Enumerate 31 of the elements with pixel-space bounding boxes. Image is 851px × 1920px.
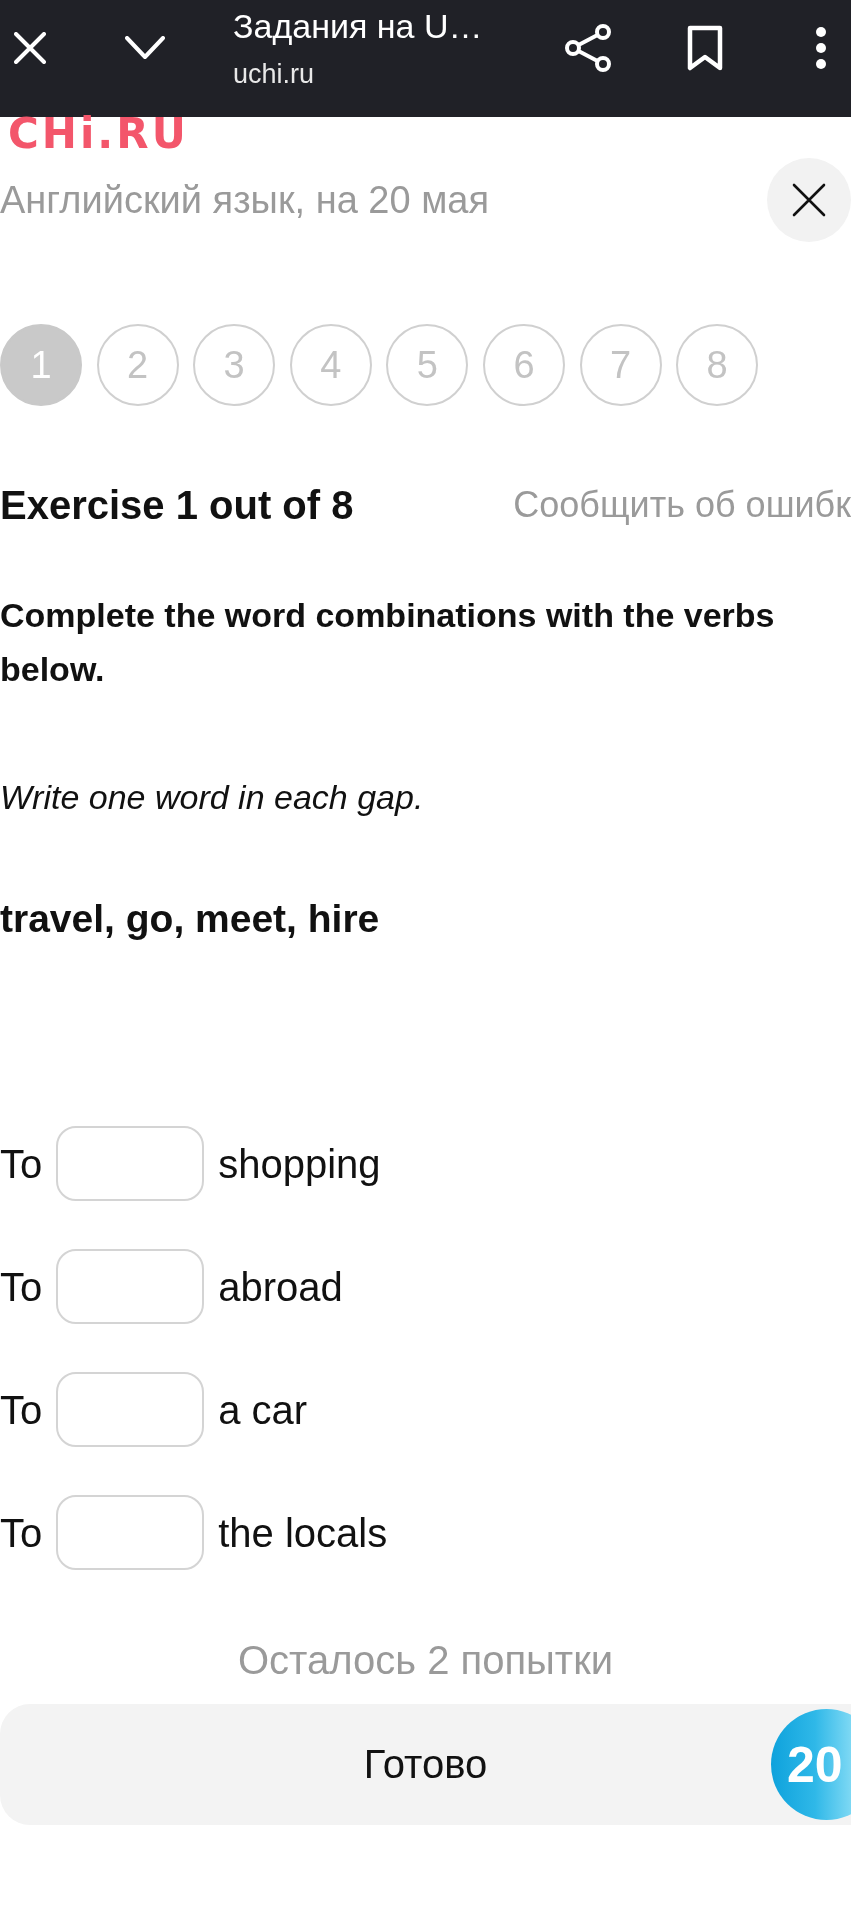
step-button[interactable]: 5	[386, 324, 469, 406]
attempts-left-text: Осталось 2 попытки	[237, 1637, 614, 1684]
step-button[interactable]: 8	[676, 324, 759, 406]
step-button[interactable]: 6	[482, 324, 565, 406]
close-icon	[792, 183, 826, 217]
bookmark-icon[interactable]	[687, 25, 723, 71]
phrase-text: a car	[218, 1386, 308, 1434]
phrase-prefix: To	[0, 1140, 43, 1188]
step-button[interactable]: 3	[193, 324, 276, 406]
exercise-title: Exercise 1 out of 8	[0, 482, 354, 529]
close-icon[interactable]	[14, 32, 46, 64]
phrase-text: shopping	[218, 1140, 381, 1188]
phrase-prefix: To	[0, 1386, 43, 1434]
share-icon[interactable]	[565, 24, 611, 72]
page-url: uchi.ru	[233, 58, 316, 90]
report-error-link[interactable]: Сообщить об ошибк	[513, 483, 851, 527]
instruction-text: Complete the word combinations with the verbs below.	[0, 595, 776, 690]
phrase-text: the locals	[218, 1509, 388, 1557]
phrase-prefix: To	[0, 1263, 43, 1311]
lesson-subtitle: Английский язык, на 20 мая	[0, 178, 489, 223]
step-button[interactable]: 2	[96, 324, 179, 406]
phrase-text: abroad	[218, 1263, 343, 1311]
step-button[interactable]: 7	[579, 324, 662, 406]
site-logo: CHi.RU	[7, 117, 189, 151]
hint-text: Write one word in each gap.	[0, 777, 424, 818]
page-title: Задания на U…	[233, 6, 483, 46]
word-bank: travel, go, meet, hire	[0, 896, 380, 942]
step-button[interactable]: 4	[289, 324, 372, 406]
chevron-down-icon[interactable]	[125, 36, 165, 60]
more-icon[interactable]	[816, 27, 826, 69]
phrase-prefix: To	[0, 1509, 43, 1557]
